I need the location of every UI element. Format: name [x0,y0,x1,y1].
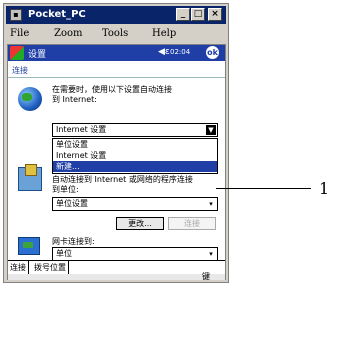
emulator-window: ▪ Pocket_PC _ □ × File Zoom Tools Help 设… [3,3,229,283]
menu-file[interactable]: File [10,28,29,39]
chevron-down-icon[interactable]: ▾ [206,199,216,209]
globe-icon [18,87,42,111]
menu-zoom[interactable]: Zoom [54,28,82,39]
dropdown-option-selected[interactable]: 新建... [53,161,217,172]
menu-bar: File Zoom Tools Help [6,26,226,42]
network-select-value: 单位 [56,249,72,258]
work-network-icon [18,164,42,191]
tab-bar: 连接 拨号位置 [8,260,225,275]
work-select-value: 单位设置 [56,199,88,208]
modify-button[interactable]: 更改... [116,217,164,230]
tab-connections[interactable]: 连接 [8,261,29,274]
delete-button[interactable]: 连接 [168,217,216,230]
internet-select-value: Internet 设置 [56,125,107,134]
maximize-button[interactable]: □ [191,8,205,21]
title-bar: ▪ Pocket_PC _ □ × [6,6,226,24]
work-connection-select[interactable]: 单位设置 ▾ [52,197,218,211]
app-icon: ▪ [10,9,22,21]
divider [8,77,225,78]
volume-icon[interactable]: ◀ε [158,47,170,57]
network-card-icon [18,237,40,255]
pda-title-bar: 设置 ◀ε 02:04 ok [8,45,225,61]
minimize-button[interactable]: _ [176,8,190,21]
menu-help[interactable]: Help [152,28,176,39]
window-title: Pocket_PC [28,9,86,20]
chevron-down-icon[interactable]: ▾ [206,249,216,259]
close-button[interactable]: × [208,8,222,21]
internet-instruction-line2: 到 Internet: [52,95,98,104]
network-card-label: 网卡连接到: [52,237,95,246]
chevron-down-icon[interactable]: ▼ [206,125,216,135]
dropdown-option[interactable]: 单位设置 [53,139,217,150]
work-instruction-line2: 到单位: [52,185,79,194]
section-title: 连接 [12,66,28,75]
pda-app-title: 设置 [28,50,47,60]
network-card-select[interactable]: 单位 ▾ [52,247,218,261]
pda-screen: 设置 ◀ε 02:04 ok 连接 在需要时，使用以下设置自动连接 到 Inte… [7,44,226,282]
internet-connection-select[interactable]: Internet 设置 ▼ [52,123,218,137]
callout-number: 1 [319,179,330,198]
ok-button[interactable]: ok [206,46,219,59]
internet-dropdown-list[interactable]: 单位设置 Internet 设置 新建... [52,138,218,174]
dropdown-option[interactable]: Internet 设置 [53,150,217,161]
keyboard-icon[interactable]: 键 [202,271,210,282]
callout-line [216,188,311,189]
tab-dialing-locations[interactable]: 拨号位置 [32,261,69,274]
work-instruction-line1: 自动连接到 Internet 或网络的程序连接 [52,175,193,184]
internet-instruction-line1: 在需要时，使用以下设置自动连接 [52,85,172,94]
clock: 02:04 [170,48,191,56]
menu-tools[interactable]: Tools [102,28,128,39]
bottom-command-bar [8,274,225,280]
start-icon[interactable] [10,46,24,60]
